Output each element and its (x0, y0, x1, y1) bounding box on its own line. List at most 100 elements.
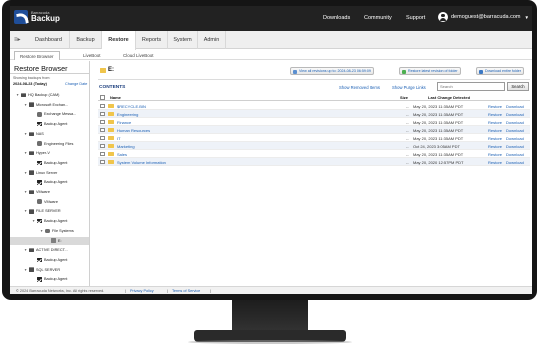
row-checkbox[interactable] (100, 127, 105, 132)
download-icon (479, 69, 483, 74)
user-menu[interactable]: demoguest@barracuda.com ▼ (438, 12, 529, 22)
subtab-liveboot[interactable]: LiveBoot (78, 51, 106, 60)
restore-link[interactable]: Restore (488, 144, 502, 149)
row-checkbox[interactable] (100, 159, 105, 164)
tree-node[interactable]: Backup Agent (10, 275, 89, 283)
tab-system[interactable]: System (168, 31, 198, 49)
tree-node[interactable]: ▼ HQ Backup (CAM) (10, 91, 89, 99)
tree-node[interactable]: Backup Agent (10, 159, 89, 167)
row-checkbox[interactable] (100, 103, 105, 108)
barracuda-logo[interactable]: Barracuda Backup (14, 10, 60, 24)
file-size: -- (406, 143, 409, 149)
download-link[interactable]: Download (506, 120, 524, 125)
column-last-change[interactable]: Last Change Detected (428, 95, 470, 100)
tab-admin[interactable]: Admin (198, 31, 226, 49)
file-name-link[interactable]: Sales (117, 152, 127, 157)
agent-icon (37, 218, 42, 224)
restore-link[interactable]: Restore (488, 152, 502, 157)
table-row[interactable]: Engineering -- May 20, 2023 11:35AM PDT Res… (98, 110, 530, 118)
privacy-policy-link[interactable]: Privacy Policy (130, 289, 154, 293)
database-icon (37, 112, 42, 117)
search-input[interactable] (437, 82, 505, 91)
tree-node[interactable]: Backup Agent (10, 178, 89, 186)
file-name-link[interactable]: System Volume Information (117, 160, 166, 165)
support-link[interactable]: Support (406, 15, 425, 21)
tree-node[interactable]: ▼ NAS (10, 130, 89, 138)
download-link[interactable]: Download (506, 144, 524, 149)
file-name-link[interactable]: Marketing (117, 144, 135, 149)
folder-icon (108, 144, 114, 148)
download-link[interactable]: Download (506, 112, 524, 117)
restore-latest-label: Restore latest revision of folder (408, 69, 458, 73)
subtab-restore-browser[interactable]: Restore Browser (14, 51, 60, 60)
file-name-link[interactable]: IT (117, 136, 121, 141)
row-checkbox[interactable] (100, 119, 105, 124)
change-date-link[interactable]: Change Date (65, 82, 87, 86)
tab-dashboard[interactable]: Dashboard (28, 31, 70, 49)
tree-node[interactable]: ▼ Microsoft Exchan... (10, 101, 89, 109)
showing-label: Showing backups from: (13, 76, 51, 80)
last-change-date: May 20, 2023 11:35AM PDT (413, 111, 464, 117)
search-button[interactable]: Search (507, 82, 529, 91)
tree-node[interactable]: ▼ Hyper-V (10, 149, 89, 157)
tree-node[interactable]: ▼ File Systems (10, 227, 89, 235)
tree-node[interactable]: Engineering Files (10, 140, 89, 148)
tree-node[interactable]: Backup Agent (10, 120, 89, 128)
table-row[interactable]: Human Resources -- May 20, 2023 11:35AM PD… (98, 126, 530, 134)
download-link[interactable]: Download (506, 152, 524, 157)
row-checkbox[interactable] (100, 111, 105, 116)
table-row[interactable]: System Volume Information -- May 20, 2020 … (98, 158, 530, 166)
row-checkbox[interactable] (100, 143, 105, 148)
tree-node[interactable]: ▼ Backup Agent (10, 217, 89, 225)
column-name[interactable]: Name (110, 95, 121, 100)
terms-of-service-link[interactable]: Terms of Service (172, 289, 200, 293)
show-removed-link[interactable]: Show Removed Items (339, 85, 380, 90)
download-link[interactable]: Download (506, 128, 524, 133)
row-checkbox[interactable] (100, 135, 105, 140)
sidebar-title: Restore Browser (14, 64, 68, 73)
row-checkbox[interactable] (100, 151, 105, 156)
file-name-link[interactable]: Engineering (117, 112, 138, 117)
file-name-link[interactable]: Human Resources (117, 128, 150, 133)
file-name-link[interactable]: $RECYCLE.BIN (117, 104, 146, 109)
tree-node[interactable]: ▼ ACTIVE DIRECT... (10, 246, 89, 254)
subtab-cloud-liveboot[interactable]: Cloud LiveBoot (118, 51, 159, 60)
table-row[interactable]: Sales -- May 20, 2023 11:35AM PDT Restore Do… (98, 150, 530, 158)
community-link[interactable]: Community (364, 15, 392, 21)
restore-link[interactable]: Restore (488, 104, 502, 109)
restore-link[interactable]: Restore (488, 136, 502, 141)
table-row[interactable]: $RECYCLE.BIN -- May 20, 2023 11:35AM PDT Re… (98, 102, 530, 110)
table-row[interactable]: IT -- May 20, 2023 11:35AM PDT Restore Downl… (98, 134, 530, 142)
tree-node[interactable]: E: (10, 236, 89, 245)
download-link[interactable]: Download (506, 136, 524, 141)
table-row[interactable]: Finance -- May 20, 2023 11:35AM PDT Restore… (98, 118, 530, 126)
column-size[interactable]: Size (400, 95, 408, 100)
tree-node[interactable]: ▼ Linux Server (10, 169, 89, 177)
tab-backup[interactable]: Backup (70, 31, 102, 49)
tree-node[interactable]: ▼ VMware (10, 188, 89, 196)
show-purge-link[interactable]: Show Purge Links (392, 85, 426, 90)
menu-toggle-icon[interactable]: ≡▸ (14, 31, 21, 49)
downloads-link[interactable]: Downloads (323, 15, 350, 21)
restore-link[interactable]: Restore (488, 112, 502, 117)
restore-link[interactable]: Restore (488, 128, 502, 133)
tab-restore[interactable]: Restore (102, 31, 136, 50)
restore-link[interactable]: Restore (488, 120, 502, 125)
download-folder-button[interactable]: Download entire folder (476, 67, 524, 75)
download-link[interactable]: Download (506, 104, 524, 109)
download-link[interactable]: Download (506, 160, 524, 165)
file-name-link[interactable]: Finance (117, 120, 131, 125)
drive-icon (51, 238, 56, 243)
tree-node[interactable]: Exchange Messa... (10, 110, 89, 118)
tree-node[interactable]: Backup Agent (10, 256, 89, 264)
tree-node[interactable]: ▼ SQL SERVER (10, 266, 89, 274)
restore-link[interactable]: Restore (488, 160, 502, 165)
view-revisions-button[interactable]: View all revisions up to: 2024-08-23 06:… (290, 67, 374, 75)
last-change-date: May 20, 2023 11:35AM PDT (413, 103, 464, 109)
tree-node[interactable]: VMware (10, 198, 89, 206)
tree-node[interactable]: ▼ FILE SERVER (10, 207, 89, 215)
select-all-checkbox[interactable] (100, 95, 105, 100)
table-row[interactable]: Marketing -- Oct 24, 2023 3:05AM PDT Restor… (98, 142, 530, 150)
restore-latest-button[interactable]: Restore latest revision of folder (399, 67, 461, 75)
tab-reports[interactable]: Reports (136, 31, 168, 49)
